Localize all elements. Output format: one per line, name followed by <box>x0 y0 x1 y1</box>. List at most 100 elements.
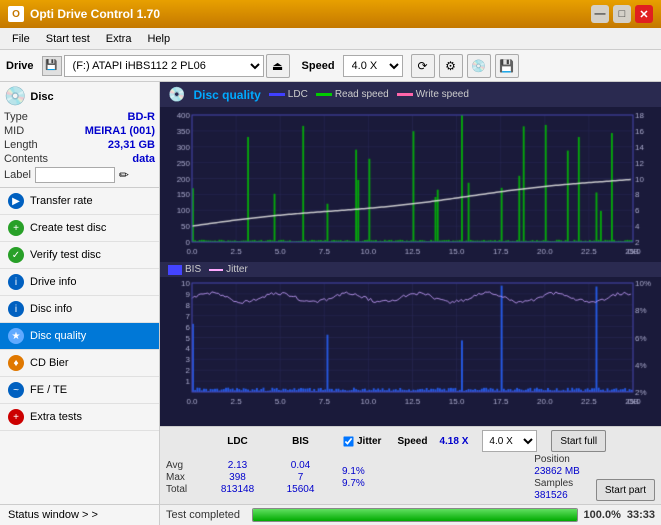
menubar: File Start test Extra Help <box>0 28 661 50</box>
legend-bis: BIS <box>168 264 201 275</box>
legend-write-speed: Write speed <box>397 89 469 100</box>
chart-header: 💿 Disc quality LDC Read speed Write spee… <box>160 82 661 107</box>
total-bis: 15604 <box>273 484 328 495</box>
disc-mid-row: MID MEIRA1 (001) <box>4 125 155 137</box>
progress-bar-fill <box>253 509 577 521</box>
disc-label-input[interactable] <box>35 167 115 183</box>
status-window-label: Status window > > <box>8 509 98 521</box>
progress-time: 33:33 <box>627 509 655 521</box>
position-label: Position <box>534 454 580 465</box>
legend-ldc-color <box>269 93 285 96</box>
right-panel: 💿 Disc quality LDC Read speed Write spee… <box>160 82 661 525</box>
disc-mid-value: MEIRA1 (001) <box>85 125 155 137</box>
minimize-button[interactable]: — <box>591 5 609 23</box>
status-window-button[interactable]: Status window > > <box>0 504 159 525</box>
avg-ldc: 2.13 <box>210 460 265 471</box>
max-ldc: 398 <box>210 472 265 483</box>
total-ldc: 813148 <box>210 484 265 495</box>
disc-length-label: Length <box>4 139 38 151</box>
charts-area: BIS Jitter <box>160 107 661 426</box>
position-value: 23862 MB <box>534 466 580 477</box>
stats-speed-select[interactable]: 4.0 X <box>482 430 537 452</box>
create-test-disc-icon: + <box>8 220 24 236</box>
start-full-button[interactable]: Start full <box>551 430 606 452</box>
legend-bis-label: BIS <box>185 264 201 275</box>
progress-bar <box>252 508 578 522</box>
extra-tests-icon: + <box>8 409 24 425</box>
refresh-button[interactable]: ⟳ <box>411 54 435 78</box>
nav-disc-info-label: Disc info <box>30 303 72 315</box>
max-label: Max <box>166 472 202 483</box>
disc-contents-row: Contents data <box>4 153 155 165</box>
titlebar: O Opti Drive Control 1.70 — □ ✕ <box>0 0 661 28</box>
nav-create-test-disc[interactable]: + Create test disc <box>0 215 159 242</box>
disc-label-row: Label ✏ <box>4 167 155 183</box>
disc-section-title: Disc <box>30 91 53 103</box>
legend-ldc: LDC <box>269 89 308 100</box>
max-bis: 7 <box>273 472 328 483</box>
stats-area: LDC BIS Jitter Speed 4.18 X 4.0 X Start … <box>160 426 661 504</box>
nav-cd-bier[interactable]: ♦ CD Bier <box>0 350 159 377</box>
disc-header: 💿 Disc <box>4 86 155 107</box>
drive-select[interactable]: (F:) ATAPI iHBS112 2 PL06 <box>64 55 264 77</box>
drive-icon: 💾 <box>42 56 62 76</box>
nav-extra-tests[interactable]: + Extra tests <box>0 404 159 431</box>
stats-speed-value: 4.18 X <box>439 436 468 447</box>
toolbar: Drive 💾 (F:) ATAPI iHBS112 2 PL06 ⏏ Spee… <box>0 50 661 82</box>
app-title: Opti Drive Control 1.70 <box>30 7 591 21</box>
nav-verify-test-disc-label: Verify test disc <box>30 249 101 261</box>
label-edit-icon[interactable]: ✏ <box>119 168 129 182</box>
legend-jitter: Jitter <box>209 264 248 275</box>
legend-write-speed-label: Write speed <box>416 89 469 100</box>
disc-type-label: Type <box>4 111 28 123</box>
menu-file[interactable]: File <box>4 31 38 47</box>
bottom-chart <box>160 277 661 426</box>
disc-length-value: 23,31 GB <box>108 139 155 151</box>
legend-ldc-label: LDC <box>288 89 308 100</box>
menu-extra[interactable]: Extra <box>98 31 140 47</box>
close-button[interactable]: ✕ <box>635 5 653 23</box>
legend-read-speed-color <box>316 93 332 96</box>
jitter-checkbox[interactable] <box>343 436 353 446</box>
nav-transfer-rate[interactable]: ▶ Transfer rate <box>0 188 159 215</box>
legend-jitter-label: Jitter <box>226 264 248 275</box>
disc-type-row: Type BD-R <box>4 111 155 123</box>
save-button[interactable]: 💾 <box>495 54 519 78</box>
samples-label: Samples <box>534 478 580 489</box>
nav-drive-info[interactable]: i Drive info <box>0 269 159 296</box>
nav-create-test-disc-label: Create test disc <box>30 222 106 234</box>
eject-button[interactable]: ⏏ <box>266 54 290 78</box>
disc-icon: 💿 <box>4 86 26 107</box>
start-part-button[interactable]: Start part <box>596 479 655 501</box>
menu-help[interactable]: Help <box>139 31 178 47</box>
disc-quality-icon: ★ <box>8 328 24 344</box>
disc-info-icon: i <box>8 301 24 317</box>
legend-jitter-color <box>209 269 223 271</box>
nav-disc-quality[interactable]: ★ Disc quality <box>0 323 159 350</box>
settings-button[interactable]: ⚙ <box>439 54 463 78</box>
fe-te-icon: ~ <box>8 382 24 398</box>
disc-contents-label: Contents <box>4 153 48 165</box>
progress-status: Test completed <box>166 509 246 521</box>
nav-drive-info-label: Drive info <box>30 276 76 288</box>
maximize-button[interactable]: □ <box>613 5 631 23</box>
drive-info-icon: i <box>8 274 24 290</box>
nav-disc-info[interactable]: i Disc info <box>0 296 159 323</box>
top-chart <box>160 107 661 262</box>
stats-data-rows: Avg Max Total 2.13 398 813148 0.04 7 156… <box>166 454 655 501</box>
menu-start-test[interactable]: Start test <box>38 31 98 47</box>
disc-mid-label: MID <box>4 125 24 137</box>
chart-title: Disc quality <box>193 88 260 102</box>
app-icon: O <box>8 6 24 22</box>
nav-fe-te[interactable]: ~ FE / TE <box>0 377 159 404</box>
nav-verify-test-disc[interactable]: ✓ Verify test disc <box>0 242 159 269</box>
samples-value: 381526 <box>534 490 580 501</box>
disc-label-label: Label <box>4 169 31 181</box>
legend-read-speed-label: Read speed <box>335 89 389 100</box>
disc-button[interactable]: 💿 <box>467 54 491 78</box>
speed-select[interactable]: 4.0 X <box>343 55 403 77</box>
nav-disc-quality-label: Disc quality <box>30 330 86 342</box>
disc-section: 💿 Disc Type BD-R MID MEIRA1 (001) Length… <box>0 82 159 188</box>
disc-quality-header-icon: 💿 <box>168 86 185 103</box>
window-controls: — □ ✕ <box>591 5 653 23</box>
